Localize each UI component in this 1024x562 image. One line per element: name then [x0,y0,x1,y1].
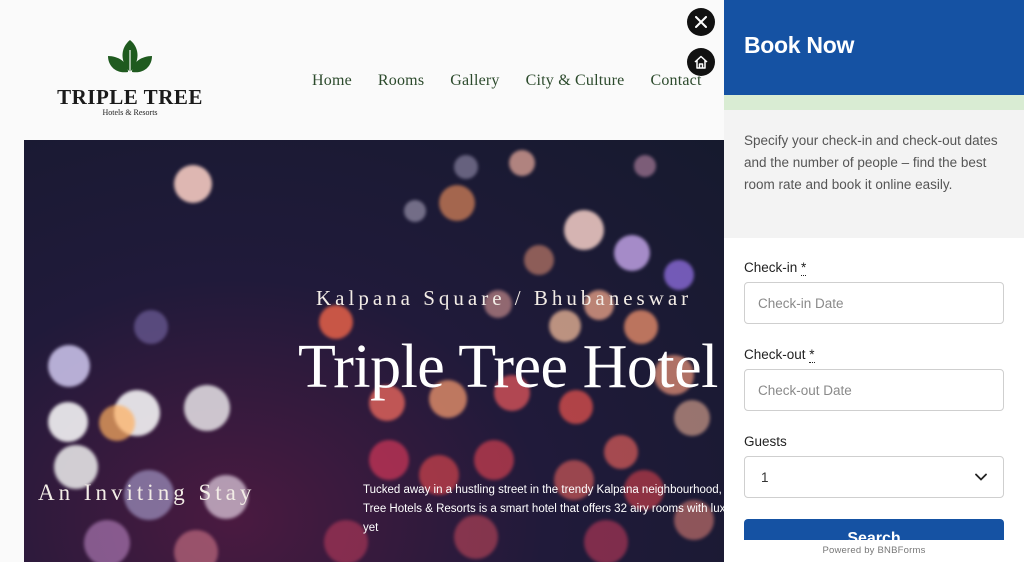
bokeh-light [674,400,710,436]
checkin-label: Check-in * [744,260,1004,276]
guests-select[interactable]: 1 [744,456,1004,498]
checkout-label: Check-out * [744,347,1004,363]
bokeh-light [174,165,212,203]
booking-accent-stripe [724,95,1024,110]
tree-leaves-icon [108,40,152,82]
home-icon [694,55,708,69]
chevron-down-icon [975,473,987,481]
nav-rooms[interactable]: Rooms [378,72,424,90]
nav-city-culture[interactable]: City & Culture [526,72,625,90]
main-nav: Home Rooms Gallery City & Culture Contac… [312,72,728,90]
logo-tagline: Hotels & Resorts [102,108,158,117]
bokeh-light [369,440,409,480]
hero-subtitle: Kalpana Square / Bhubaneswar [316,286,693,310]
bokeh-light [634,155,656,177]
bokeh-light [134,310,168,344]
bokeh-light [184,385,230,431]
guests-selected-value: 1 [761,469,769,485]
booking-form: Check-in * Check-out * Guests 1 [724,238,1024,498]
close-panel-button[interactable] [687,8,715,36]
bokeh-light [174,530,218,562]
hero-title: Triple Tree Hotel [298,333,718,401]
bokeh-light [474,440,514,480]
checkin-date-input[interactable] [744,282,1004,324]
bokeh-light [99,405,135,441]
powered-by-footer: Powered by BNBForms [724,540,1024,562]
booking-title: Book Now [744,32,855,58]
hero-description: Tucked away in a hustling street in the … [363,484,724,534]
bokeh-light [404,200,426,222]
booking-intro: Specify your check-in and check-out date… [724,110,1024,238]
required-marker: * [809,347,815,363]
bokeh-light [509,150,535,176]
hero-banner: Kalpana Square / Bhubaneswar Triple Tree… [24,140,724,562]
logo-wordmark: TRIPLE TREE [57,85,203,109]
bokeh-light [439,185,475,221]
close-icon [695,16,707,28]
bokeh-light [524,245,554,275]
nav-gallery[interactable]: Gallery [450,72,499,90]
site-logo[interactable]: TRIPLE TREE Hotels & Resorts [50,38,210,128]
site-header: TRIPLE TREE Hotels & Resorts Home Rooms … [0,0,724,140]
bokeh-light [614,235,650,271]
bokeh-light [454,155,478,179]
booking-panel: Book Now Specify your check-in and check… [724,0,1024,562]
checkin-label-text: Check-in [744,260,798,275]
bokeh-light [48,345,90,387]
required-marker: * [801,260,807,276]
checkout-date-input[interactable] [744,369,1004,411]
checkout-label-text: Check-out [744,347,806,362]
bokeh-light [564,210,604,250]
bokeh-light [48,402,88,442]
guests-label: Guests [744,434,787,449]
home-button[interactable] [687,48,715,76]
bokeh-light [84,520,130,562]
booking-header: Book Now [724,0,1024,95]
bokeh-light [324,520,368,562]
bokeh-light [604,435,638,469]
nav-home[interactable]: Home [312,72,352,90]
hero-tagline: An Inviting Stay [38,480,256,505]
nav-contact[interactable]: Contact [650,72,701,90]
